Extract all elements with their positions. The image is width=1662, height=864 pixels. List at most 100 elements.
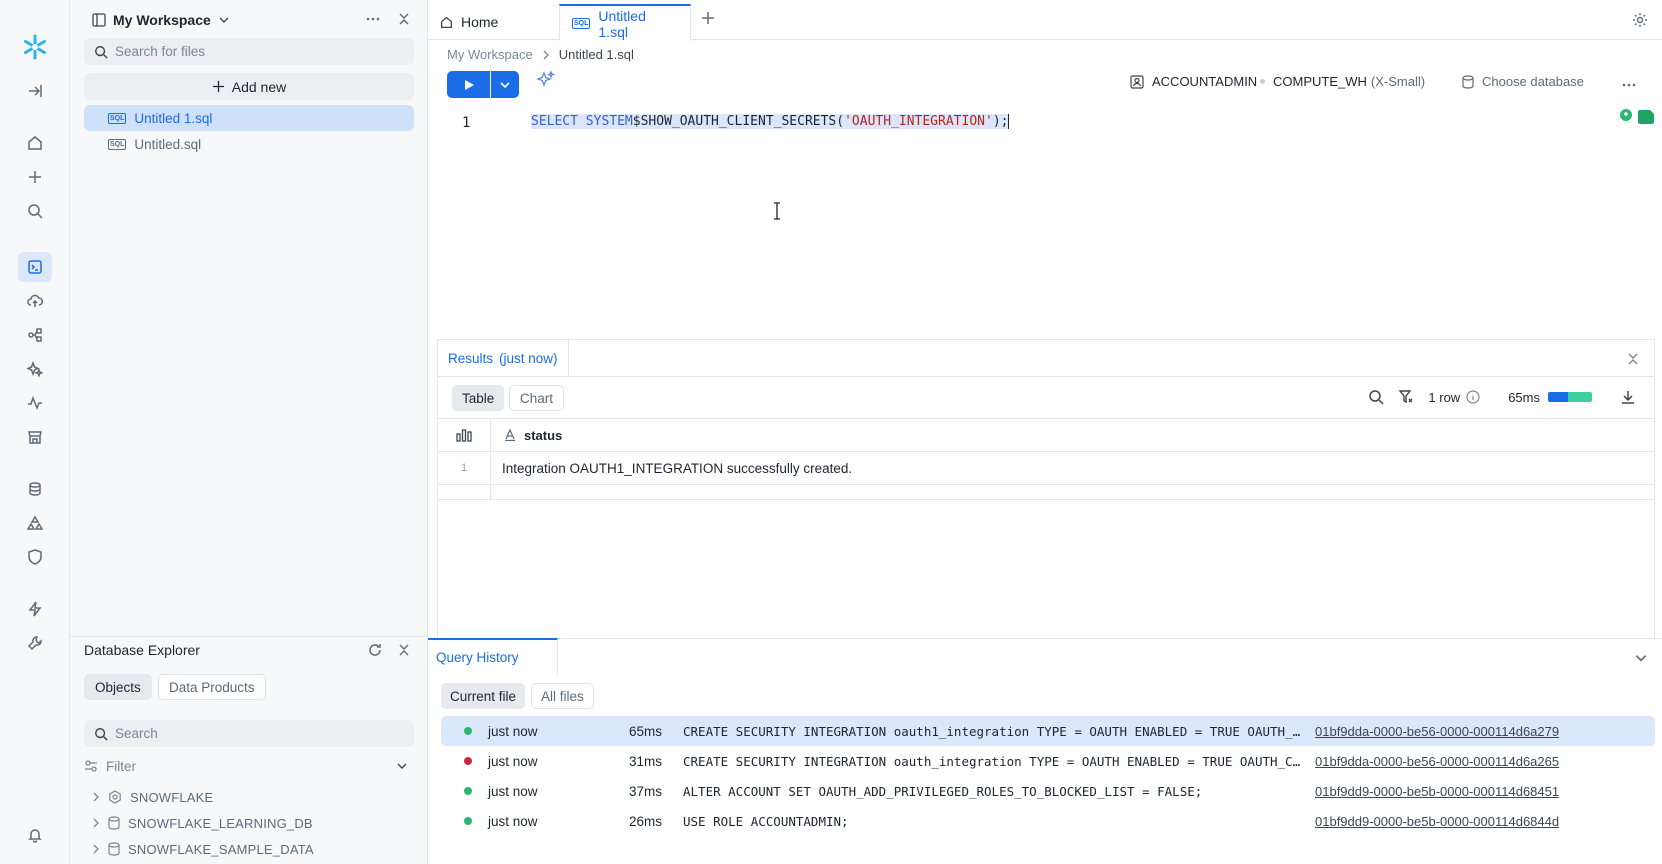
add-new-button[interactable]: Add new bbox=[84, 73, 414, 100]
more-options-icon[interactable] bbox=[1621, 77, 1637, 93]
status-dot-success bbox=[464, 787, 472, 795]
data-sharing-icon[interactable] bbox=[18, 508, 52, 538]
main-editor-area: Home SQL Untitled 1.sql My Workspace Unt… bbox=[428, 0, 1662, 864]
chevron-right-icon bbox=[543, 50, 549, 60]
query-history-row[interactable]: just now 65ms CREATE SECURITY INTEGRATIO… bbox=[441, 716, 1655, 746]
query-history-row[interactable]: just now 37ms ALTER ACCOUNT SET OAUTH_AD… bbox=[441, 776, 1655, 806]
warehouse-selector[interactable]: COMPUTE_WH (X-Small) bbox=[1260, 74, 1425, 89]
lightning-icon[interactable] bbox=[18, 594, 52, 624]
tree-item-snowflake-sample-data[interactable]: SNOWFLAKE_SAMPLE_DATA bbox=[92, 838, 314, 860]
workspace-selector[interactable]: My Workspace bbox=[92, 12, 230, 28]
tab-data-products[interactable]: Data Products bbox=[158, 674, 266, 700]
file-item-untitled-1[interactable]: SQL Untitled 1.sql bbox=[84, 105, 414, 131]
tab-untitled-1-sql[interactable]: SQL Untitled 1.sql bbox=[559, 4, 691, 41]
tab-objects[interactable]: Objects bbox=[84, 674, 152, 700]
navigation-rail bbox=[0, 0, 70, 864]
database-placeholder: Choose database bbox=[1482, 74, 1584, 89]
role-selector[interactable]: ACCOUNTADMIN bbox=[1130, 74, 1257, 89]
query-id-link[interactable]: 01bf9dda-0000-be56-0000-000114d6a279 bbox=[1315, 724, 1559, 739]
projects-worksheet-icon[interactable] bbox=[18, 252, 52, 282]
results-tab[interactable]: Results (just now) bbox=[438, 340, 569, 376]
query-id-link[interactable]: 01bf9dd9-0000-be5b-0000-000114d68451 bbox=[1315, 784, 1559, 799]
new-tab-button[interactable] bbox=[700, 10, 716, 26]
query-history-tab[interactable]: Query History bbox=[428, 638, 558, 674]
chevron-down-icon[interactable] bbox=[1634, 651, 1648, 665]
file-search-input[interactable]: Search for files bbox=[84, 38, 414, 65]
info-icon[interactable] bbox=[1466, 390, 1480, 404]
tab-home[interactable]: Home bbox=[428, 4, 558, 40]
database-icon bbox=[1462, 74, 1474, 89]
query-history-row[interactable]: just now 26ms USE ROLE ACCOUNTADMIN; 01b… bbox=[441, 806, 1655, 836]
query-id-link[interactable]: 01bf9dd9-0000-be5b-0000-000114d6844d bbox=[1315, 814, 1559, 829]
run-options-dropdown[interactable] bbox=[491, 71, 519, 98]
column-header-status[interactable]: status bbox=[504, 419, 562, 451]
filter-current-file[interactable]: Current file bbox=[441, 683, 526, 709]
warehouse-name: COMPUTE_WH bbox=[1273, 74, 1367, 89]
query-history-row[interactable]: just now 31ms CREATE SECURITY INTEGRATIO… bbox=[441, 746, 1655, 776]
collapse-results-icon[interactable] bbox=[1626, 351, 1640, 367]
gear-icon[interactable] bbox=[1632, 12, 1648, 28]
table-row[interactable]: 1 Integration OAUTH1_INTEGRATION success… bbox=[438, 451, 1654, 484]
tab-bar: Home SQL Untitled 1.sql bbox=[428, 0, 1662, 41]
warehouse-size: (X-Small) bbox=[1370, 74, 1426, 89]
marketplace-icon[interactable] bbox=[18, 422, 52, 452]
play-icon bbox=[463, 79, 475, 91]
query-duration: 31ms bbox=[629, 753, 663, 769]
search-icon[interactable] bbox=[18, 196, 52, 226]
database-name: SNOWFLAKE_LEARNING_DB bbox=[128, 815, 313, 831]
more-options-icon[interactable] bbox=[365, 11, 381, 27]
role-name: ACCOUNTADMIN bbox=[1152, 74, 1258, 89]
run-button[interactable] bbox=[447, 71, 490, 98]
download-icon[interactable] bbox=[1620, 389, 1636, 405]
expand-sidebar-icon[interactable] bbox=[18, 76, 52, 106]
tree-item-snowflake[interactable]: SNOWFLAKE bbox=[92, 786, 213, 808]
sql-string-literal: 'OAUTH_INTEGRATION' bbox=[844, 114, 993, 129]
admin-tools-icon[interactable] bbox=[18, 628, 52, 658]
snowflake-logo-icon[interactable] bbox=[18, 32, 52, 62]
search-icon[interactable] bbox=[1368, 389, 1384, 405]
chevron-right-icon bbox=[92, 792, 100, 802]
home-icon[interactable] bbox=[18, 128, 52, 158]
filter-toggle[interactable]: Filter bbox=[84, 754, 414, 778]
chevron-down-icon bbox=[499, 79, 511, 91]
view-table-button[interactable]: Table bbox=[452, 385, 505, 411]
sql-function: $SHOW_OAUTH_CLIENT_SECRETS( bbox=[632, 114, 845, 129]
plus-icon[interactable] bbox=[18, 162, 52, 192]
status-cell[interactable]: Integration OAUTH1_INTEGRATION successfu… bbox=[502, 452, 852, 484]
column-name: status bbox=[524, 427, 563, 443]
results-panel: Results (just now) Table Chart 1 row 65m… bbox=[437, 339, 1655, 639]
object-search-input[interactable]: Search bbox=[84, 720, 414, 747]
code-editor-line[interactable]: SELECT SYSTEM$SHOW_OAUTH_CLIENT_SECRETS(… bbox=[531, 114, 1010, 129]
text-cursor-icon bbox=[772, 202, 782, 220]
tree-item-snowflake-learning-db[interactable]: SNOWFLAKE_LEARNING_DB bbox=[92, 812, 313, 834]
database-icon[interactable] bbox=[18, 474, 52, 504]
shield-icon[interactable] bbox=[18, 542, 52, 572]
column-filter-icon[interactable] bbox=[1398, 389, 1414, 405]
results-tab-label: Results bbox=[448, 350, 494, 366]
collapse-panel-icon[interactable] bbox=[397, 11, 411, 27]
editor-status-badge[interactable] bbox=[1618, 108, 1656, 126]
status-dot-error bbox=[464, 757, 472, 765]
workspace-icon bbox=[92, 13, 106, 27]
ai-sparkle-icon[interactable] bbox=[18, 354, 52, 384]
view-chart-button[interactable]: Chart bbox=[509, 385, 565, 411]
results-header-row: status bbox=[438, 418, 1654, 451]
file-item-untitled[interactable]: SQL Untitled.sql bbox=[84, 131, 414, 157]
database-name: SNOWFLAKE_SAMPLE_DATA bbox=[128, 841, 314, 857]
database-selector[interactable]: Choose database bbox=[1462, 74, 1584, 89]
collapse-explorer-icon[interactable] bbox=[397, 642, 411, 658]
results-tab-time: (just now) bbox=[499, 350, 558, 366]
refresh-icon[interactable] bbox=[367, 642, 383, 658]
status-dot-success bbox=[464, 727, 472, 735]
bell-icon[interactable] bbox=[18, 820, 52, 850]
column-stats-icon[interactable] bbox=[438, 419, 491, 451]
sql-keyword-system: SYSTEM bbox=[585, 114, 633, 129]
data-flow-icon[interactable] bbox=[18, 320, 52, 350]
query-id-link[interactable]: 01bf9dda-0000-be56-0000-000114d6a265 bbox=[1315, 754, 1559, 769]
activity-icon[interactable] bbox=[18, 388, 52, 418]
ai-assist-sparkle-icon[interactable] bbox=[536, 70, 556, 90]
cloud-upload-icon[interactable] bbox=[18, 286, 52, 316]
breadcrumb-parent[interactable]: My Workspace bbox=[447, 47, 533, 62]
sql-file-icon: SQL bbox=[108, 112, 127, 124]
filter-all-files[interactable]: All files bbox=[531, 683, 594, 709]
